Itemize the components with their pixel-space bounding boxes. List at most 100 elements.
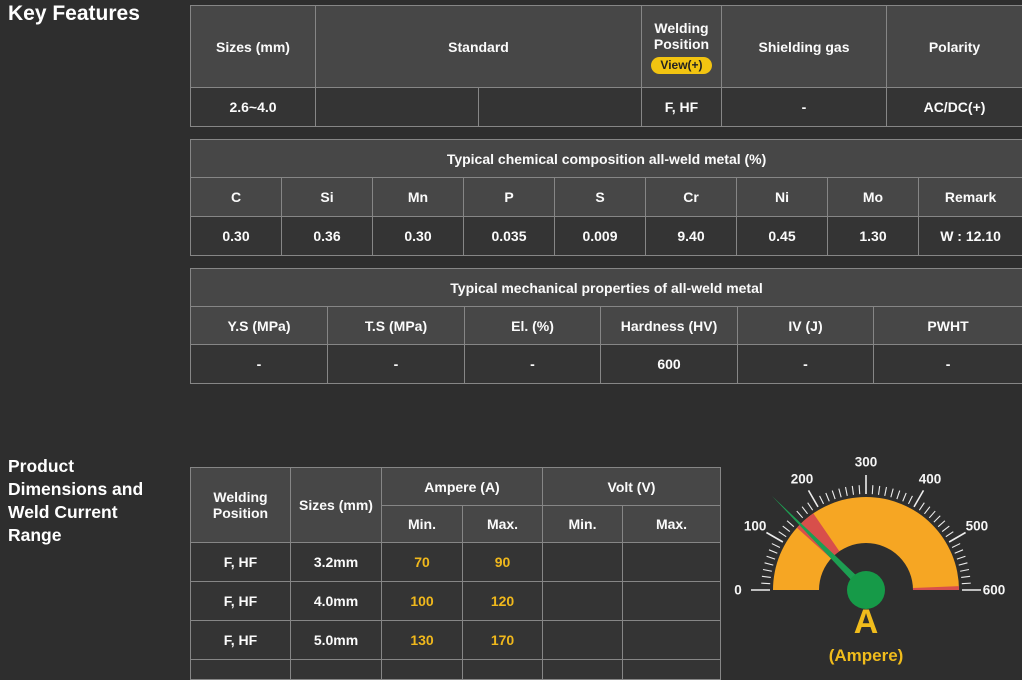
gauge-tick-label: 400 bbox=[919, 472, 942, 487]
gauge-title: A bbox=[854, 603, 879, 641]
spec-value-standard-b bbox=[479, 88, 642, 127]
gauge-minor-tick bbox=[769, 550, 777, 553]
gauge-minor-tick bbox=[924, 507, 929, 514]
gauge-minor-tick bbox=[938, 521, 945, 527]
gauge-minor-tick bbox=[872, 485, 873, 494]
gauge-minor-tick bbox=[952, 544, 960, 548]
current-volt-max bbox=[623, 621, 721, 660]
gauge-minor-tick bbox=[908, 496, 912, 504]
table-row: F, HF 5.0mm 130 170 bbox=[191, 621, 721, 660]
current-amp-max: 120 bbox=[463, 582, 543, 621]
gauge-minor-tick bbox=[787, 521, 794, 527]
current-col-amp-max: Max. bbox=[463, 506, 543, 543]
gauge-minor-tick bbox=[767, 556, 776, 559]
current-amp-min: 130 bbox=[382, 621, 463, 660]
gauge-minor-tick bbox=[808, 503, 813, 510]
spec-table: Sizes (mm) Standard Welding Position Vie… bbox=[190, 5, 1022, 127]
mech-value-iv: - bbox=[738, 345, 874, 384]
spec-header-sizes: Sizes (mm) bbox=[191, 6, 316, 88]
gauge-major-tick bbox=[809, 490, 819, 506]
gauge-tick-label: 100 bbox=[744, 519, 767, 534]
spec-value-sizes: 2.6~4.0 bbox=[191, 88, 316, 127]
gauge-minor-tick bbox=[942, 526, 949, 531]
chem-value-s: 0.009 bbox=[555, 217, 646, 256]
chem-col-mo: Mo bbox=[828, 178, 919, 217]
chemical-table-title: Typical chemical composition all-weld me… bbox=[191, 140, 1022, 178]
gauge-minor-tick bbox=[802, 507, 807, 514]
mech-col-ts: T.S (MPa) bbox=[328, 307, 465, 345]
current-size: 3.2mm bbox=[291, 543, 382, 582]
current-volt-min bbox=[543, 543, 623, 582]
spec-value-welding-position: F, HF bbox=[642, 88, 722, 127]
table-row-clipped bbox=[191, 660, 721, 680]
gauge-major-tick bbox=[766, 533, 782, 543]
chem-col-mn: Mn bbox=[373, 178, 464, 217]
gauge-minor-tick bbox=[763, 570, 772, 572]
chem-value-cr: 9.40 bbox=[646, 217, 737, 256]
gauge-minor-tick bbox=[959, 563, 968, 565]
current-position: F, HF bbox=[191, 621, 291, 660]
mech-col-pwht: PWHT bbox=[874, 307, 1022, 345]
key-features-title: Key Features bbox=[8, 2, 140, 26]
current-col-volt: Volt (V) bbox=[543, 468, 721, 506]
current-position: F, HF bbox=[191, 582, 291, 621]
current-amp-min: 70 bbox=[382, 543, 463, 582]
gauge-minor-tick bbox=[957, 556, 966, 559]
mechanical-table-title: Typical mechanical properties of all-wel… bbox=[191, 269, 1022, 307]
mechanical-properties-table: Typical mechanical properties of all-wel… bbox=[190, 268, 1022, 384]
spec-value-standard-a bbox=[316, 88, 479, 127]
current-col-amp-min: Min. bbox=[382, 506, 463, 543]
gauge-tick-label: 500 bbox=[966, 519, 989, 534]
current-col-sizes: Sizes (mm) bbox=[291, 468, 382, 543]
gauge-minor-tick bbox=[934, 516, 940, 522]
current-volt-min bbox=[543, 582, 623, 621]
ampere-gauge: 0100200300400500600A(Ampere) bbox=[730, 440, 1022, 671]
gauge-minor-tick bbox=[779, 532, 786, 537]
gauge-minor-tick bbox=[832, 491, 835, 500]
current-amp-min: 100 bbox=[382, 582, 463, 621]
chem-col-remark: Remark bbox=[919, 178, 1022, 217]
gauge-minor-tick bbox=[826, 493, 829, 501]
mech-value-ts: - bbox=[328, 345, 465, 384]
view-plus-button[interactable]: View(+) bbox=[651, 57, 711, 74]
current-amp-max: 90 bbox=[463, 543, 543, 582]
mech-col-ys: Y.S (MPa) bbox=[191, 307, 328, 345]
gauge-minor-tick bbox=[897, 491, 900, 500]
current-volt-max bbox=[623, 543, 721, 582]
gauge-minor-tick bbox=[903, 493, 906, 501]
chem-value-c: 0.30 bbox=[191, 217, 282, 256]
chem-value-si: 0.36 bbox=[282, 217, 373, 256]
chem-value-ni: 0.45 bbox=[737, 217, 828, 256]
table-row: F, HF 4.0mm 100 120 bbox=[191, 582, 721, 621]
current-col-volt-max: Max. bbox=[623, 506, 721, 543]
table-row: F, HF 3.2mm 70 90 bbox=[191, 543, 721, 582]
chemical-composition-table: Typical chemical composition all-weld me… bbox=[190, 139, 1022, 256]
gauge-minor-tick bbox=[955, 550, 963, 553]
gauge-minor-tick bbox=[891, 489, 893, 498]
gauge-minor-tick bbox=[961, 576, 970, 577]
chem-col-c: C bbox=[191, 178, 282, 217]
gauge-minor-tick bbox=[929, 511, 935, 518]
current-size: 5.0mm bbox=[291, 621, 382, 660]
current-col-ampere: Ampere (A) bbox=[382, 468, 543, 506]
gauge-subtitle: (Ampere) bbox=[829, 646, 904, 665]
spec-header-welding-position-label: Welding Position bbox=[646, 20, 717, 52]
gauge-tick-label: 200 bbox=[791, 472, 814, 487]
current-col-volt-min: Min. bbox=[543, 506, 623, 543]
current-size: 4.0mm bbox=[291, 582, 382, 621]
gauge-minor-tick bbox=[783, 526, 790, 531]
gauge-minor-tick bbox=[879, 486, 880, 495]
chem-col-s: S bbox=[555, 178, 646, 217]
current-col-welding-position: Welding Position bbox=[191, 468, 291, 543]
gauge-minor-tick bbox=[839, 489, 841, 498]
gauge-minor-tick bbox=[765, 563, 774, 565]
spec-value-shielding-gas: - bbox=[722, 88, 887, 127]
gauge-minor-tick bbox=[919, 503, 924, 510]
chem-value-p: 0.035 bbox=[464, 217, 555, 256]
weld-current-table: Welding Position Sizes (mm) Ampere (A) V… bbox=[190, 467, 721, 680]
gauge-major-tick bbox=[914, 490, 924, 506]
mech-value-ys: - bbox=[191, 345, 328, 384]
mech-value-el: - bbox=[465, 345, 601, 384]
chem-col-si: Si bbox=[282, 178, 373, 217]
gauge-minor-tick bbox=[820, 496, 824, 504]
